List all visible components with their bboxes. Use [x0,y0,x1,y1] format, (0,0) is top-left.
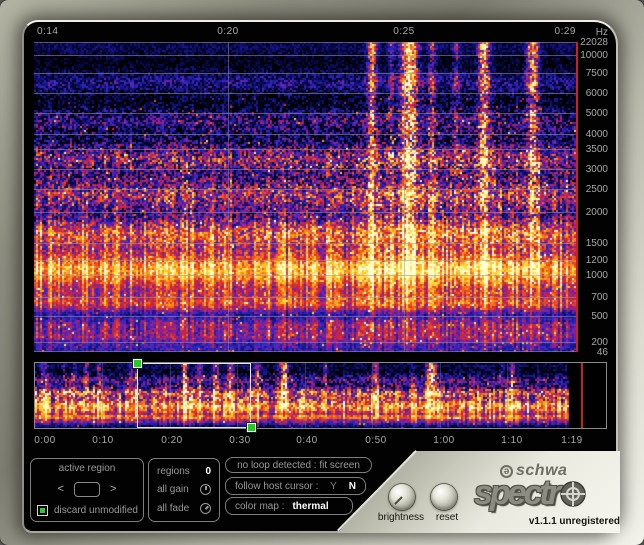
freq-label: 2000 [586,208,608,218]
grid-line-v [404,42,405,352]
all-fade-label: all fade [157,503,189,514]
time-label: 0:25 [393,26,414,38]
freq-axis: Hz 2202810000750060005000400035003000250… [578,42,610,352]
selection-handle-end[interactable] [247,423,256,432]
freq-label: 6000 [586,89,608,99]
regions-group: regions 0 all gain all fade [148,458,220,522]
grid-line-h [34,316,578,317]
time-ruler-overview: 0:00 0:10 0:20 0:30 0:40 0:50 1:00 1:10 1:19 [34,435,607,449]
all-fade-knob-icon[interactable] [198,501,214,517]
colormap-label: color map : [235,501,284,512]
grid-line-h [34,93,578,94]
brightness-knob[interactable] [389,484,415,510]
time-label: 0:40 [296,435,317,447]
knob-tick-icon [205,486,207,490]
crosshair-icon [560,481,586,507]
overview-playhead [581,363,583,428]
version-text: v1.1.1 unregistered [498,516,620,527]
discard-label: discard unmodified [54,505,138,516]
freq-label: 22028 [580,38,608,48]
grid-line-h [34,297,578,298]
grid-line-h [34,275,578,276]
follow-cursor-button[interactable]: follow host cursor : Y N [225,477,366,495]
prev-region-button[interactable]: < [58,484,64,495]
grid-line-h [34,260,578,261]
grid-line-h [34,351,578,352]
reset-label: reset [420,512,474,523]
spectrogram-main[interactable] [34,42,578,352]
overview-strip[interactable] [34,362,607,429]
time-label: 0:30 [229,435,250,447]
freq-label: 1000 [586,271,608,281]
active-region-title: active region [31,463,143,474]
freq-label: 10000 [580,51,608,61]
freq-label: 500 [591,312,608,322]
time-label: 0:20 [161,435,182,447]
grid-line-h [34,189,578,190]
grid-line-h [34,73,578,74]
region-display-box[interactable] [74,482,100,497]
time-label: 0:20 [217,26,238,38]
grid-line-h [34,134,578,135]
grid-line-h [34,212,578,213]
checkbox-check-icon [40,508,45,513]
freq-label: 3000 [586,165,608,175]
grid-line-v [372,363,373,428]
grid-line-v [305,363,306,428]
grid-line-v [507,363,508,428]
all-gain-label: all gain [157,484,189,495]
knob-indicator [394,496,402,504]
freq-label: 700 [591,293,608,303]
selection-handle-start[interactable] [133,359,142,368]
freq-label: 4000 [586,130,608,140]
time-label: 0:10 [92,435,113,447]
freq-label: 7500 [586,69,608,79]
time-label: 0:00 [34,435,55,447]
knob-tick-icon [205,506,209,510]
loop-status-button[interactable]: no loop detected : fit screen [225,457,372,473]
product-logo: spectr [474,474,586,513]
follow-yes-option[interactable]: Y [330,481,337,492]
time-label: 1:00 [433,435,454,447]
time-label: 0:50 [365,435,386,447]
active-region-group: active region < > discard unmodified [30,458,144,522]
freq-label: 3500 [586,145,608,155]
time-label: 0:14 [37,26,58,38]
grid-line-h [34,42,578,43]
time-label: 1:19 [561,435,582,447]
plugin-window: 0:140:200:250:29 Hz 22028100007500600050… [0,0,644,545]
freq-label: 46 [597,348,608,358]
grid-line-v [102,363,103,428]
selection-box[interactable] [137,363,251,428]
time-ruler-main: 0:14 0:20 0:25 0:29 [34,26,578,40]
regions-value: 0 [205,466,211,477]
grid-line-h [34,342,578,343]
freq-label: 1500 [586,239,608,249]
next-region-button[interactable]: > [110,484,116,495]
freq-label: 2500 [586,185,608,195]
regions-label: regions [157,466,190,477]
all-gain-knob-icon[interactable] [200,484,211,495]
grid-line-h [34,169,578,170]
product-name: spectr [474,474,558,513]
overview-canvas[interactable] [35,363,606,428]
freq-label: 5000 [586,109,608,119]
colormap-button[interactable]: color map : thermal [225,497,353,515]
grid-line-v [228,42,229,352]
grid-line-h [34,149,578,150]
freq-label: 1200 [586,256,608,266]
grid-line-v [440,363,441,428]
colormap-value[interactable]: thermal [292,501,328,512]
reset-knob[interactable] [431,484,457,510]
discard-checkbox[interactable] [37,505,48,516]
spectrogram-canvas[interactable] [34,42,578,352]
grid-line-h [34,55,578,56]
time-label: 1:10 [501,435,522,447]
grid-line-h [34,113,578,114]
time-label: 0:29 [555,26,576,38]
follow-no-option[interactable]: N [349,481,356,492]
grid-line-h [34,243,578,244]
follow-cursor-label: follow host cursor : [235,481,318,492]
